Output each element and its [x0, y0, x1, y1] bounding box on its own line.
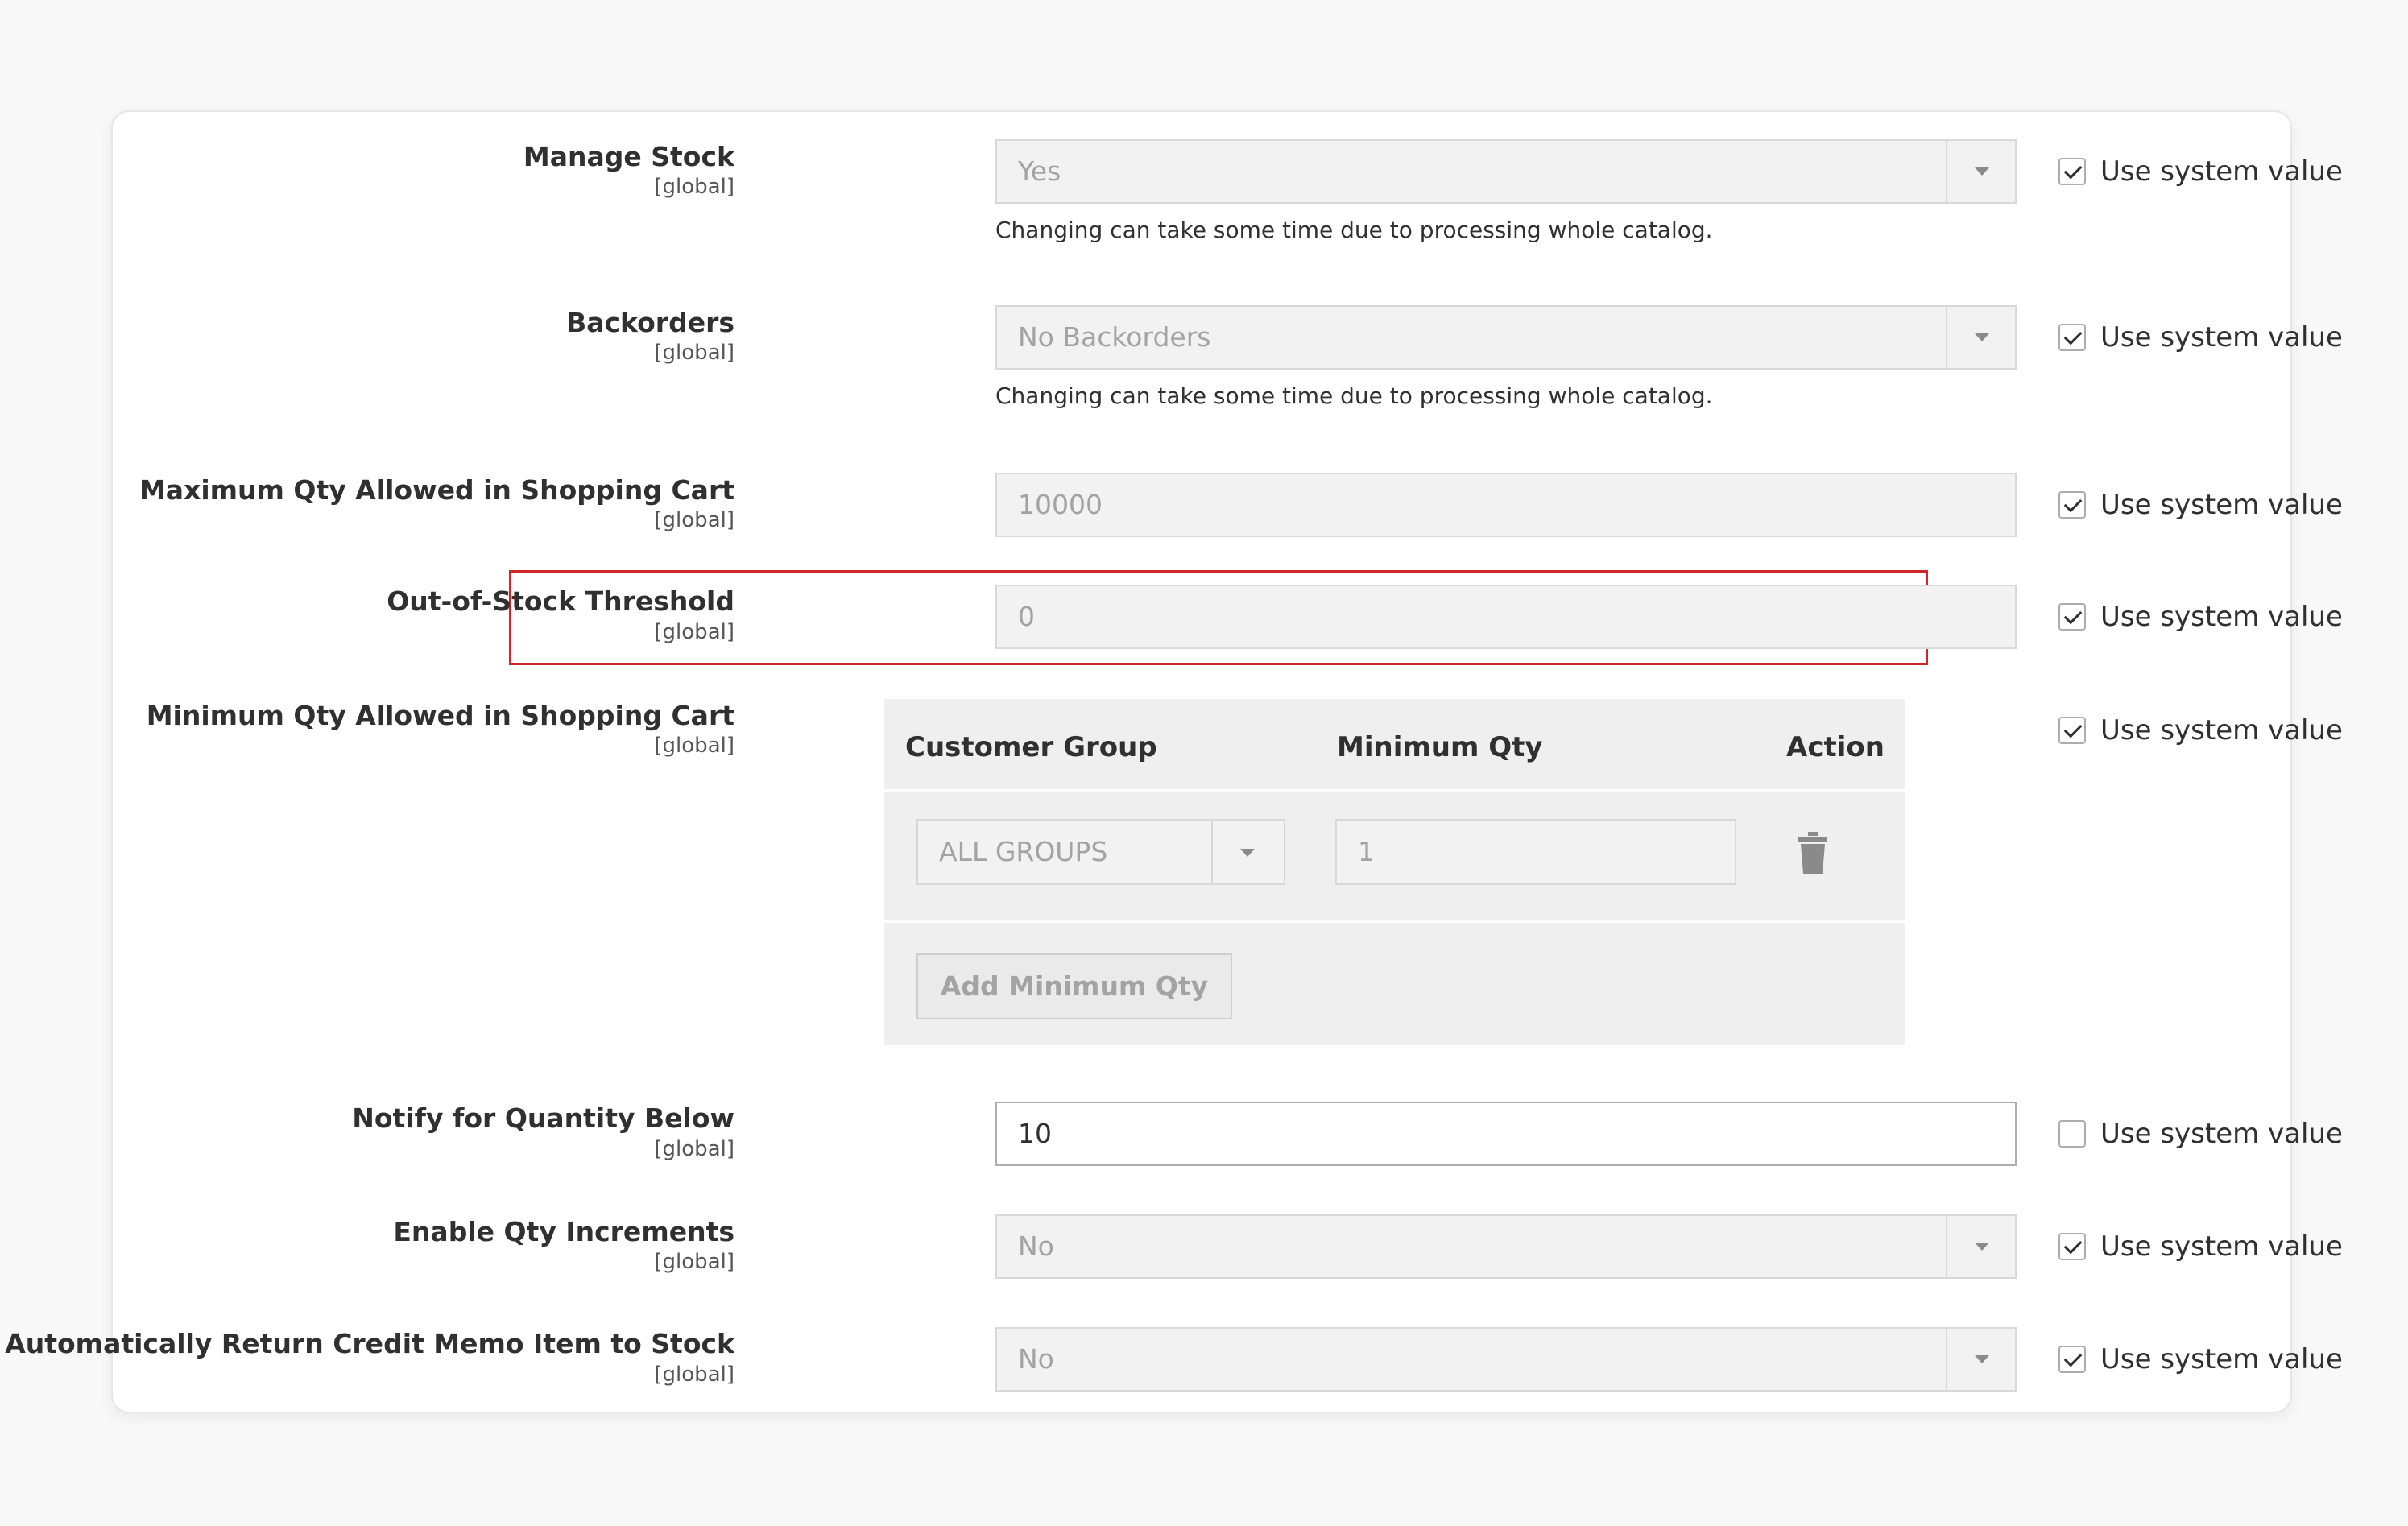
backorders-value: No Backorders: [1018, 321, 1211, 353]
max-qty-use-system[interactable]: Use system value: [2058, 489, 2343, 521]
qty-increments-value: No: [1018, 1230, 1054, 1262]
qty-increments-label: Enable Qty Increments: [393, 1216, 734, 1247]
customer-group-value: ALL GROUPS: [939, 836, 1108, 867]
auto-return-select[interactable]: No: [995, 1327, 2017, 1392]
max-qty-scope: [global]: [654, 508, 734, 532]
manage-stock-value: Yes: [1018, 155, 1061, 187]
notify-below-label: Notify for Quantity Below: [352, 1102, 734, 1134]
chevron-down-icon: [1946, 141, 2015, 202]
checkbox-checked-icon[interactable]: [2058, 491, 2086, 519]
checkbox-checked-icon[interactable]: [2058, 717, 2086, 744]
use-system-label: Use system value: [2100, 714, 2343, 746]
use-system-label: Use system value: [2100, 1230, 2343, 1263]
manage-stock-scope: [global]: [654, 175, 734, 199]
checkbox-checked-icon[interactable]: [2058, 324, 2086, 351]
customer-group-select[interactable]: ALL GROUPS: [916, 819, 1285, 885]
manage-stock-label: Manage Stock: [523, 141, 734, 172]
checkbox-checked-icon[interactable]: [2058, 603, 2086, 631]
notify-below-input[interactable]: 10: [995, 1102, 2017, 1166]
backorders-use-system[interactable]: Use system value: [2058, 321, 2343, 354]
max-qty-input[interactable]: 10000: [995, 473, 2017, 537]
use-system-label: Use system value: [2100, 601, 2343, 633]
header-minimum-qty: Minimum Qty: [1337, 731, 1543, 763]
backorders-scope: [global]: [654, 341, 734, 365]
out-of-stock-use-system[interactable]: Use system value: [2058, 601, 2343, 633]
notify-below-use-system[interactable]: Use system value: [2058, 1118, 2343, 1150]
use-system-label: Use system value: [2100, 489, 2343, 521]
manage-stock-use-system[interactable]: Use system value: [2058, 155, 2343, 188]
header-action: Action: [1786, 731, 1885, 763]
checkbox-unchecked-icon[interactable]: [2058, 1120, 2086, 1148]
checkbox-checked-icon[interactable]: [2058, 1346, 2086, 1373]
chevron-down-icon: [1211, 821, 1284, 883]
checkbox-checked-icon[interactable]: [2058, 1233, 2086, 1260]
auto-return-value: No: [1018, 1343, 1054, 1375]
qty-increments-select[interactable]: No: [995, 1214, 2017, 1279]
qty-increments-use-system[interactable]: Use system value: [2058, 1230, 2343, 1263]
max-qty-label: Maximum Qty Allowed in Shopping Cart: [139, 474, 734, 506]
add-minimum-qty-button[interactable]: Add Minimum Qty: [916, 953, 1232, 1019]
use-system-label: Use system value: [2100, 321, 2343, 354]
min-qty-grid: Customer Group Minimum Qty Action ALL GR…: [884, 699, 1905, 1045]
auto-return-scope: [global]: [654, 1363, 734, 1387]
manage-stock-select[interactable]: Yes: [995, 139, 2017, 204]
trash-icon[interactable]: [1797, 832, 1829, 874]
out-of-stock-input[interactable]: 0: [995, 585, 2017, 649]
minimum-qty-input[interactable]: 1: [1335, 819, 1736, 885]
use-system-label: Use system value: [2100, 155, 2343, 188]
backorders-note: Changing can take some time due to proce…: [995, 383, 1713, 409]
qty-increments-scope: [global]: [654, 1250, 734, 1274]
min-qty-scope: [global]: [654, 734, 734, 758]
use-system-label: Use system value: [2100, 1343, 2343, 1375]
notify-below-scope: [global]: [654, 1137, 734, 1161]
min-qty-use-system[interactable]: Use system value: [2058, 714, 2343, 746]
out-of-stock-label: Out-of-Stock Threshold: [387, 585, 734, 617]
backorders-select[interactable]: No Backorders: [995, 305, 2017, 370]
grid-header: Customer Group Minimum Qty Action: [884, 699, 1905, 792]
inventory-settings-panel: Manage Stock [global] Yes Changing can t…: [5, 110, 2343, 1413]
use-system-label: Use system value: [2100, 1118, 2343, 1150]
min-qty-label: Minimum Qty Allowed in Shopping Cart: [146, 700, 734, 731]
out-of-stock-scope: [global]: [654, 620, 734, 644]
chevron-down-icon: [1946, 1329, 2015, 1390]
auto-return-label: Automatically Return Credit Memo Item to…: [5, 1328, 734, 1359]
checkbox-checked-icon[interactable]: [2058, 158, 2086, 185]
header-customer-group: Customer Group: [905, 731, 1157, 763]
chevron-down-icon: [1946, 1216, 2015, 1277]
manage-stock-note: Changing can take some time due to proce…: [995, 217, 1713, 243]
table-row: ALL GROUPS 1: [884, 792, 1905, 923]
chevron-down-icon: [1946, 307, 2015, 368]
auto-return-use-system[interactable]: Use system value: [2058, 1343, 2343, 1375]
backorders-label: Backorders: [566, 307, 734, 338]
